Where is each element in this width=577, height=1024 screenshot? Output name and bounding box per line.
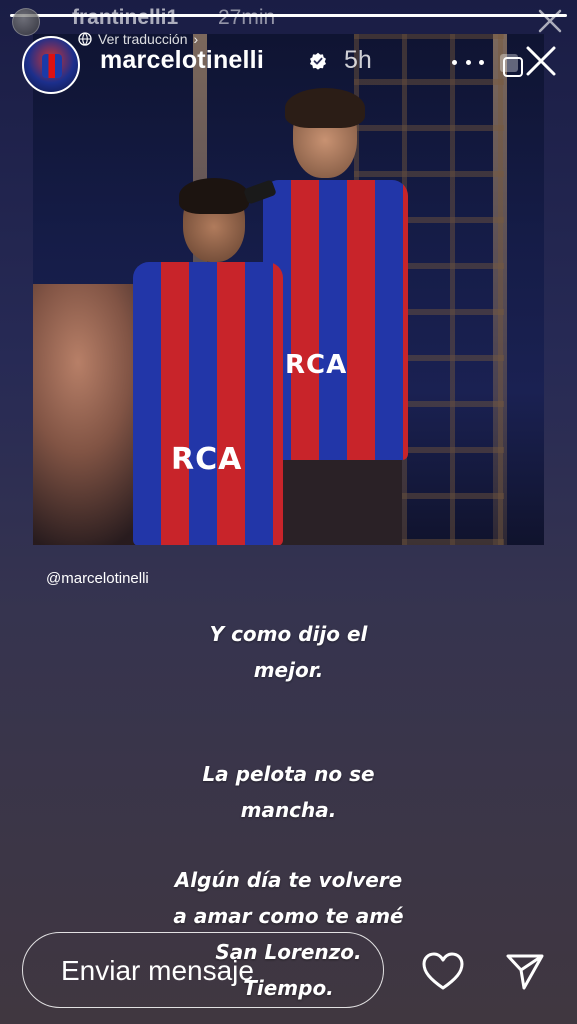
- text-line: Algún día te volvere: [174, 868, 403, 892]
- text-line: mejor.: [253, 658, 324, 682]
- man-in-jersey: RCA: [133, 178, 283, 545]
- verified-badge-icon: [310, 52, 326, 70]
- send-icon[interactable]: [502, 948, 548, 994]
- chevron-right-icon: ›: [193, 31, 199, 47]
- translate-label[interactable]: Ver traducción: [98, 31, 188, 47]
- story-text-block: Y como dijo el mejor.: [0, 616, 577, 688]
- repost-time: 27min: [218, 6, 276, 29]
- post-time: 5h: [344, 46, 372, 74]
- text-line: Y como dijo el: [209, 622, 368, 646]
- story-viewer[interactable]: RCA RCA frantinelli1 27min Ver traducció…: [0, 0, 577, 1024]
- message-placeholder: Enviar mensaje: [61, 955, 254, 986]
- jersey-sponsor: RCA: [171, 442, 243, 477]
- send-message-input[interactable]: Enviar mensaje: [22, 932, 384, 1008]
- translate-link[interactable]: Ver traducción ›: [78, 31, 198, 47]
- text-line: mancha.: [240, 798, 337, 822]
- jersey: RCA: [133, 262, 283, 545]
- jersey: RCA: [263, 180, 408, 460]
- story-header: Ver traducción › marcelotinelli 5h: [0, 28, 577, 98]
- translate-icon: [78, 32, 92, 46]
- story-photo: RCA RCA: [33, 34, 544, 545]
- story-text-block: La pelota no se mancha.: [0, 756, 577, 828]
- text-line: La pelota no se: [202, 762, 375, 786]
- heart-icon[interactable]: [420, 950, 466, 992]
- mention-tag[interactable]: @marcelotinelli: [46, 570, 149, 587]
- repost-username[interactable]: frantinelli1: [72, 6, 178, 30]
- jersey-sponsor: RCA: [285, 350, 348, 380]
- text-line: a amar como te amé: [173, 904, 404, 928]
- man-with-microphone: RCA: [263, 88, 423, 545]
- more-icon: [452, 59, 457, 65]
- club-crest-icon: [42, 54, 62, 78]
- more-options-button[interactable]: [452, 54, 484, 70]
- avatar[interactable]: [22, 36, 80, 94]
- close-icon[interactable]: [520, 40, 562, 82]
- username[interactable]: marcelotinelli: [100, 46, 264, 75]
